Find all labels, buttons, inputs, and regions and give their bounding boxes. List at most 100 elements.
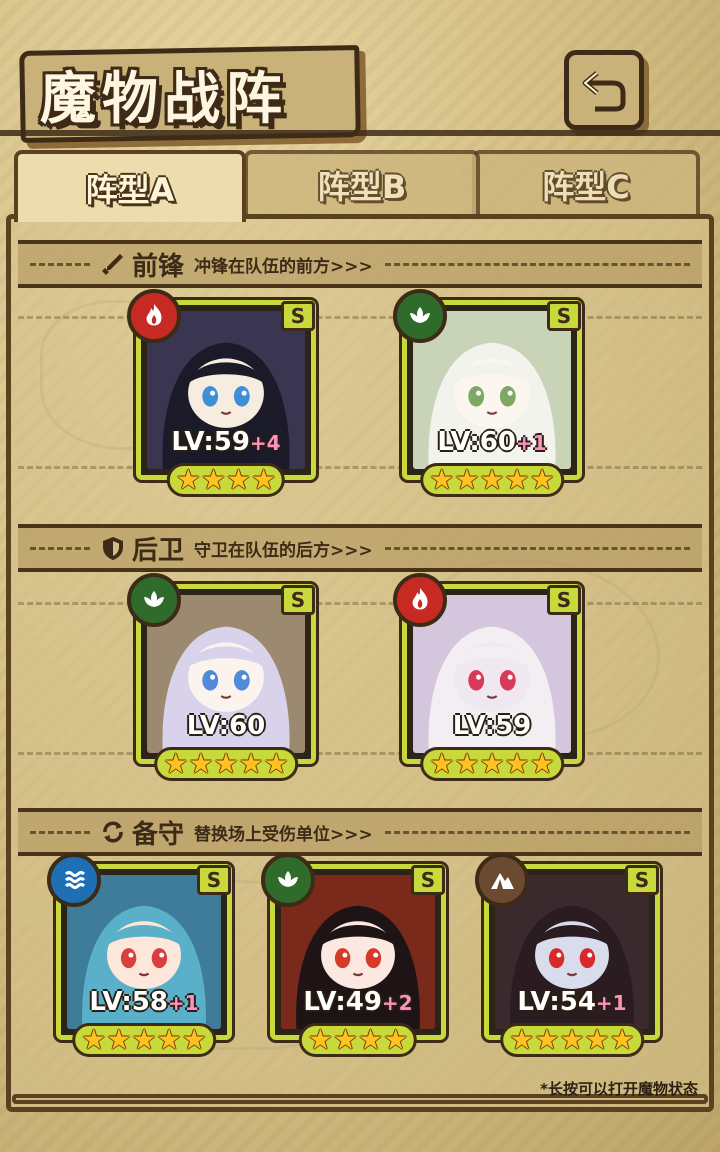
level-label: LV:60 — [141, 711, 311, 741]
monster-card[interactable]: S LV:60+1 ★ ★ ★ ★ ★ — [393, 289, 582, 497]
star-icon: ★ — [509, 1023, 535, 1056]
monster-card[interactable]: S LV:59 ★ ★ ★ ★ ★ — [393, 573, 582, 781]
level-bonus: +4 — [249, 431, 281, 455]
star-rating: ★ ★ ★ ★ ★ — [420, 463, 564, 497]
star-icon: ★ — [200, 463, 226, 496]
dash-line — [384, 262, 690, 266]
leaf-element-icon — [393, 289, 447, 343]
tab-letter: A — [149, 171, 175, 209]
tab-formation-a[interactable]: 阵型A — [14, 150, 246, 222]
header-divider — [0, 130, 720, 136]
section-description: 替换场上受伤单位>>> — [194, 824, 373, 845]
star-icon: ★ — [383, 1023, 409, 1056]
star-icon: ★ — [175, 463, 201, 496]
level-value: LV:60 — [437, 427, 516, 457]
level-value: LV:59 — [171, 427, 250, 457]
star-icon: ★ — [454, 463, 480, 496]
star-icon: ★ — [454, 747, 480, 780]
star-icon: ★ — [106, 1023, 132, 1056]
star-icon: ★ — [131, 1023, 157, 1056]
level-value: LV:59 — [452, 711, 532, 741]
leaf-element-icon — [261, 853, 315, 907]
hint-text: *长按可以打开魔物状态 — [540, 1080, 698, 1098]
star-icon: ★ — [251, 463, 277, 496]
dash-line — [30, 262, 90, 266]
sword-icon — [102, 254, 123, 275]
star-icon: ★ — [504, 463, 530, 496]
section-header-front: 前锋 冲锋在队伍的前方>>> — [18, 240, 702, 288]
star-icon: ★ — [479, 463, 505, 496]
level-bonus: +1 — [167, 991, 199, 1015]
dash-line — [384, 830, 690, 834]
star-icon: ★ — [534, 1023, 560, 1056]
star-rating: ★ ★ ★ ★ ★ — [420, 747, 564, 781]
star-icon: ★ — [332, 1023, 358, 1056]
level-value: LV:54 — [517, 987, 596, 1017]
level-value: LV:49 — [303, 987, 382, 1017]
star-icon: ★ — [358, 1023, 384, 1056]
level-value: LV:60 — [186, 711, 266, 741]
monster-card[interactable]: S LV:54+1 ★ ★ ★ ★ ★ — [475, 853, 660, 1057]
section-description: 守卫在队伍的后方>>> — [194, 540, 373, 561]
level-label: LV:59 — [407, 711, 577, 741]
section-name: 备守 — [132, 819, 185, 850]
row-divider — [18, 602, 702, 605]
tab-label: 阵型 — [85, 171, 150, 209]
rank-badge: S — [411, 865, 445, 895]
row-divider — [18, 316, 702, 319]
shield-icon — [103, 537, 123, 560]
tab-letter: C — [606, 168, 630, 206]
back-arrow-icon — [582, 71, 626, 112]
fire-element-icon — [127, 289, 181, 343]
star-rating: ★ ★ ★ ★ ★ — [72, 1023, 216, 1057]
star-rating: ★ ★ ★ ★ — [166, 463, 286, 497]
section-header-rear: 后卫 守卫在队伍的后方>>> — [18, 524, 702, 572]
row-divider — [18, 752, 702, 755]
star-icon: ★ — [163, 747, 189, 780]
leaf-element-icon — [127, 573, 181, 627]
rank-badge: S — [625, 865, 659, 895]
dash-line — [30, 546, 90, 550]
level-bonus: +2 — [381, 991, 413, 1015]
level-bonus: +1 — [515, 431, 547, 455]
level-label: LV:49+2 — [275, 987, 441, 1017]
star-rating: ★ ★ ★ ★ — [298, 1023, 418, 1057]
rank-badge: S — [547, 585, 581, 615]
star-icon: ★ — [238, 747, 264, 780]
level-value: LV:58 — [89, 987, 168, 1017]
star-icon: ★ — [584, 1023, 610, 1056]
level-label: LV:60+1 — [407, 427, 577, 457]
monster-card[interactable]: S LV:60 ★ ★ ★ ★ ★ — [127, 573, 316, 781]
star-icon: ★ — [609, 1023, 635, 1056]
monster-card[interactable]: S LV:58+1 ★ ★ ★ ★ ★ — [47, 853, 232, 1057]
star-icon: ★ — [429, 463, 455, 496]
tab-letter: B — [381, 168, 407, 206]
monster-card[interactable]: S LV:49+2 ★ ★ ★ ★ — [261, 853, 446, 1057]
rank-badge: S — [547, 301, 581, 331]
level-label: LV:54+1 — [489, 987, 655, 1017]
water-element-icon — [47, 853, 101, 907]
page-title: 魔物战阵 — [40, 67, 288, 132]
fire-element-icon — [393, 573, 447, 627]
star-icon: ★ — [81, 1023, 107, 1056]
monster-card[interactable]: S LV:59+4 ★ ★ ★ ★ — [127, 289, 316, 497]
level-label: LV:58+1 — [61, 987, 227, 1017]
swap-icon — [103, 821, 123, 843]
section-name: 后卫 — [132, 535, 185, 566]
star-icon: ★ — [156, 1023, 182, 1056]
tab-formation-b[interactable]: 阵型B — [244, 150, 480, 216]
back-button[interactable] — [564, 50, 644, 130]
tab-formation-c[interactable]: 阵型C — [472, 150, 700, 216]
rank-badge: S — [281, 585, 315, 615]
star-icon: ★ — [504, 747, 530, 780]
tab-label: 阵型 — [317, 168, 382, 206]
earth-element-icon — [475, 853, 529, 907]
star-rating: ★ ★ ★ ★ ★ — [154, 747, 298, 781]
star-icon: ★ — [429, 747, 455, 780]
rank-badge: S — [281, 301, 315, 331]
star-icon: ★ — [479, 747, 505, 780]
star-icon: ★ — [529, 463, 555, 496]
dash-line — [384, 546, 690, 550]
star-icon: ★ — [559, 1023, 585, 1056]
star-icon: ★ — [529, 747, 555, 780]
